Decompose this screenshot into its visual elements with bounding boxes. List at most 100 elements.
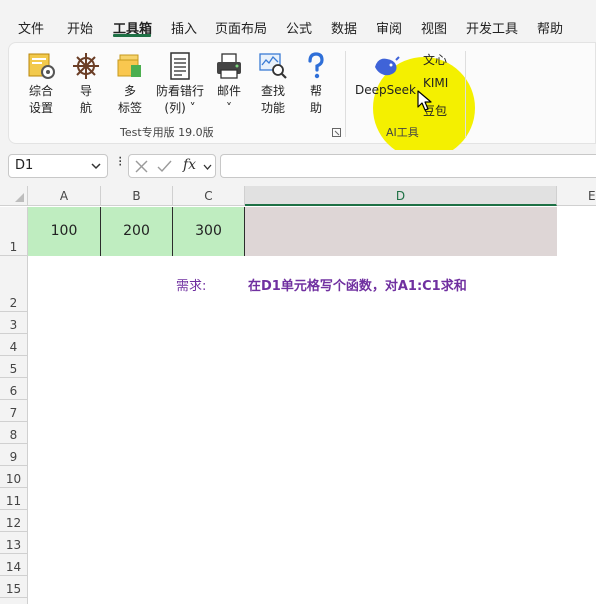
- row-number: 10: [5, 472, 22, 486]
- row-number: 6: [9, 384, 18, 398]
- navigation-button[interactable]: 导 航: [69, 51, 103, 115]
- requirement-label: 需求:: [176, 279, 207, 294]
- deepseek-logo-icon: [375, 56, 400, 76]
- find-icon: [259, 53, 287, 79]
- row-header-5[interactable]: 5: [0, 356, 28, 378]
- row-number: 12: [5, 516, 22, 530]
- row-number: 14: [5, 560, 22, 574]
- menu-insert[interactable]: 插入: [171, 18, 197, 37]
- row-header-8[interactable]: 8: [0, 422, 28, 444]
- menu-home[interactable]: 开始: [67, 18, 93, 37]
- multi-tab-label-1: 多: [123, 84, 136, 98]
- requirement-text: 在D1单元格写个函数，对A1:C1求和: [248, 279, 467, 294]
- row-number: 8: [9, 428, 18, 442]
- row-number: 3: [9, 318, 18, 332]
- ai-group-label: AI工具: [386, 126, 419, 139]
- menu-help[interactable]: 帮助: [537, 18, 563, 37]
- formula-bar: D1 ⁝ fx: [0, 150, 596, 184]
- menu-view[interactable]: 视图: [421, 18, 447, 37]
- cell-b1[interactable]: 200: [101, 207, 173, 256]
- row-header-13[interactable]: 13: [0, 532, 28, 554]
- find-button[interactable]: 查找 功能: [255, 51, 291, 115]
- row-header-3[interactable]: 3: [0, 312, 28, 334]
- help-label-1: 帮: [309, 84, 322, 98]
- menu-data[interactable]: 数据: [331, 18, 357, 37]
- row-header-16[interactable]: [0, 598, 28, 604]
- fx-chevron-down-icon[interactable]: [203, 164, 212, 170]
- name-box[interactable]: D1: [8, 154, 108, 178]
- menu-review[interactable]: 审阅: [376, 18, 402, 37]
- row-header-11[interactable]: 11: [0, 488, 28, 510]
- cancel-icon[interactable]: [135, 160, 148, 173]
- navigation-label-1: 导: [79, 84, 92, 98]
- formula-bar-grip[interactable]: ⁝: [118, 154, 122, 170]
- navigation-label-2: 航: [79, 101, 92, 115]
- mouse-pointer-icon: [417, 90, 432, 111]
- chevron-down-icon[interactable]: [91, 163, 101, 170]
- cell-c1[interactable]: 300: [173, 207, 245, 256]
- help-button[interactable]: 帮 助: [301, 51, 331, 115]
- menu-page-layout[interactable]: 页面布局: [215, 18, 267, 37]
- printer-mail-icon: [217, 53, 241, 79]
- mail-button[interactable]: 邮件 ˅: [211, 51, 247, 115]
- formula-tools: fx: [128, 154, 216, 178]
- cell-d1[interactable]: [245, 207, 557, 256]
- folders-icon: [117, 54, 141, 77]
- settings-label-2: 设置: [28, 101, 53, 115]
- name-box-value: D1: [15, 158, 34, 173]
- mail-label-2: ˅: [226, 101, 232, 115]
- row-number: 11: [5, 494, 22, 508]
- column-header-b[interactable]: B: [101, 186, 173, 206]
- row-header-6[interactable]: 6: [0, 378, 28, 400]
- row-header-9[interactable]: 9: [0, 444, 28, 466]
- cell-a1[interactable]: 100: [28, 207, 101, 256]
- group-separator-ai: [465, 51, 466, 137]
- toolbox-group-label: Test专用版 19.0版: [120, 126, 214, 139]
- row-header-10[interactable]: 10: [0, 466, 28, 488]
- document-rows-icon: [170, 52, 190, 80]
- row-number: 15: [5, 582, 22, 596]
- multi-tab-button[interactable]: 多 标签: [113, 51, 147, 115]
- worksheet: A B C D E 1 2 3 4 5 6 7 8 9 10 11 12 13 …: [0, 186, 596, 604]
- kimi-button[interactable]: KIMI: [423, 76, 448, 90]
- insert-function-button[interactable]: fx: [183, 157, 196, 173]
- menu-file[interactable]: 文件: [18, 18, 44, 37]
- settings-icon: [28, 53, 55, 79]
- help-label-2: 助: [309, 101, 322, 115]
- multi-tab-label-2: 标签: [117, 101, 142, 115]
- row-number: 2: [9, 296, 18, 310]
- wenxin-button[interactable]: 文心: [423, 51, 447, 68]
- column-header-e[interactable]: E: [557, 186, 596, 206]
- helm-wheel-icon: [73, 53, 99, 79]
- deepseek-button[interactable]: DeepSeek: [355, 83, 416, 97]
- row-highlight-label-1: 防看错行: [155, 84, 204, 98]
- menu-formulas[interactable]: 公式: [286, 18, 312, 37]
- formula-input[interactable]: [220, 154, 596, 178]
- row-highlight-label-2: (列) ˅: [164, 101, 196, 115]
- ribbon: 综合 设置 导 航 多 标签 防看错行 (列) ˅ 邮件 ˅ 查找 功能 帮 助…: [8, 42, 596, 159]
- group-separator: [345, 51, 346, 137]
- row-header-1[interactable]: 1: [0, 207, 28, 256]
- row-header-12[interactable]: 12: [0, 510, 28, 532]
- select-all-corner[interactable]: [0, 186, 28, 206]
- row-number: 13: [5, 538, 22, 552]
- row-header-4[interactable]: 4: [0, 334, 28, 356]
- row-number: 1: [9, 240, 18, 254]
- enter-check-icon[interactable]: [157, 160, 172, 173]
- row-number: 7: [9, 406, 18, 420]
- row-header-2[interactable]: 2: [0, 256, 28, 312]
- column-header-d[interactable]: D: [245, 186, 557, 206]
- row-header-14[interactable]: 14: [0, 554, 28, 576]
- find-label-1: 查找: [260, 84, 285, 98]
- excel-window: 文件 开始 工具箱 插入 页面布局 公式 数据 审阅 视图 开发工具 帮助 综合…: [0, 0, 596, 604]
- settings-button[interactable]: 综合 设置: [21, 51, 61, 115]
- row-header-15[interactable]: 15: [0, 576, 28, 598]
- menu-developer[interactable]: 开发工具: [466, 18, 518, 37]
- row-highlight-button[interactable]: 防看错行 (列) ˅: [153, 51, 207, 115]
- help-icon: [308, 52, 324, 79]
- column-header-c[interactable]: C: [173, 186, 245, 206]
- column-header-a[interactable]: A: [28, 186, 101, 206]
- row-header-7[interactable]: 7: [0, 400, 28, 422]
- row-number: 9: [9, 450, 18, 464]
- dialog-launcher-icon[interactable]: [332, 128, 341, 137]
